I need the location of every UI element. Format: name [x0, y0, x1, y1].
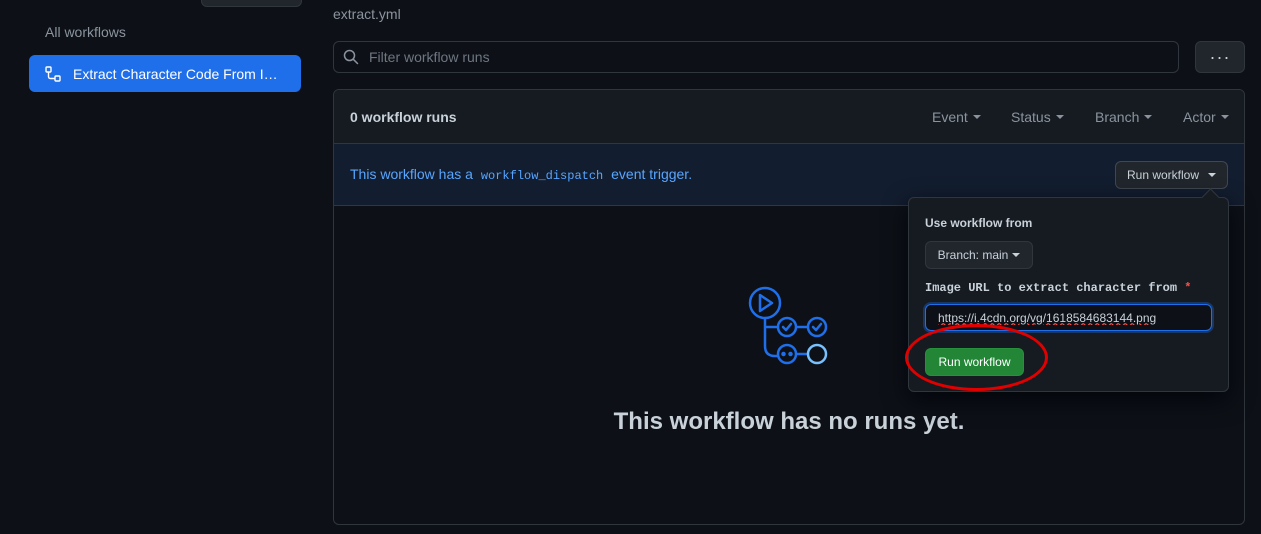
caret-down-icon: [1012, 253, 1021, 257]
popover-title: Use workflow from: [925, 216, 1033, 230]
required-marker: *: [1184, 281, 1192, 295]
dispatch-code: workflow_dispatch: [480, 169, 604, 183]
filter-workflow-runs-input[interactable]: [367, 48, 1171, 66]
more-options-button[interactable]: ···: [1195, 41, 1245, 73]
dispatch-prefix: This workflow has a: [350, 166, 473, 182]
runs-count: 0 workflow runs: [350, 109, 457, 125]
sidebar-all-workflows[interactable]: All workflows: [45, 24, 126, 40]
runs-header: 0 workflow runs Event Status Branch Acto…: [334, 90, 1244, 144]
top-button-stub[interactable]: [201, 0, 302, 7]
actor-filter-label: Actor: [1183, 109, 1216, 125]
workflow-icon: [45, 65, 61, 82]
branch-filter[interactable]: Branch: [1095, 109, 1153, 125]
branch-select-label: Branch: main: [937, 248, 1009, 262]
actor-filter[interactable]: Actor: [1183, 109, 1229, 125]
dispatch-suffix: event trigger.: [611, 166, 693, 182]
branch-filter-label: Branch: [1095, 109, 1140, 125]
annotation-ellipse: [905, 324, 1048, 391]
run-workflow-dropdown-button[interactable]: Run workflow: [1115, 161, 1228, 189]
run-workflow-label: Run workflow: [1126, 168, 1200, 182]
actions-blankslate-icon: [747, 286, 831, 368]
workflow-filename: extract.yml: [333, 6, 401, 22]
image-url-label: Image URL to extract character from *: [925, 281, 1191, 295]
status-filter[interactable]: Status: [1011, 109, 1064, 125]
caret-down-icon: [1208, 173, 1217, 177]
search-icon: [343, 49, 359, 65]
status-filter-label: Status: [1011, 109, 1051, 125]
sidebar-item-extract-workflow[interactable]: Extract Character Code From I…: [29, 55, 301, 92]
event-filter[interactable]: Event: [932, 109, 981, 125]
caret-down-icon: [1144, 115, 1153, 119]
empty-state-message: This workflow has no runs yet.: [613, 408, 965, 435]
branch-select-button[interactable]: Branch: main: [925, 241, 1033, 269]
event-filter-label: Event: [932, 109, 968, 125]
caret-down-icon: [1055, 115, 1064, 119]
image-url-label-text: Image URL to extract character from: [925, 281, 1178, 295]
filter-bar[interactable]: [333, 41, 1179, 73]
dispatch-message: This workflow has a workflow_dispatch ev…: [350, 166, 692, 183]
caret-down-icon: [1220, 115, 1229, 119]
sidebar-item-label: Extract Character Code From I…: [73, 65, 278, 82]
caret-down-icon: [972, 115, 981, 119]
